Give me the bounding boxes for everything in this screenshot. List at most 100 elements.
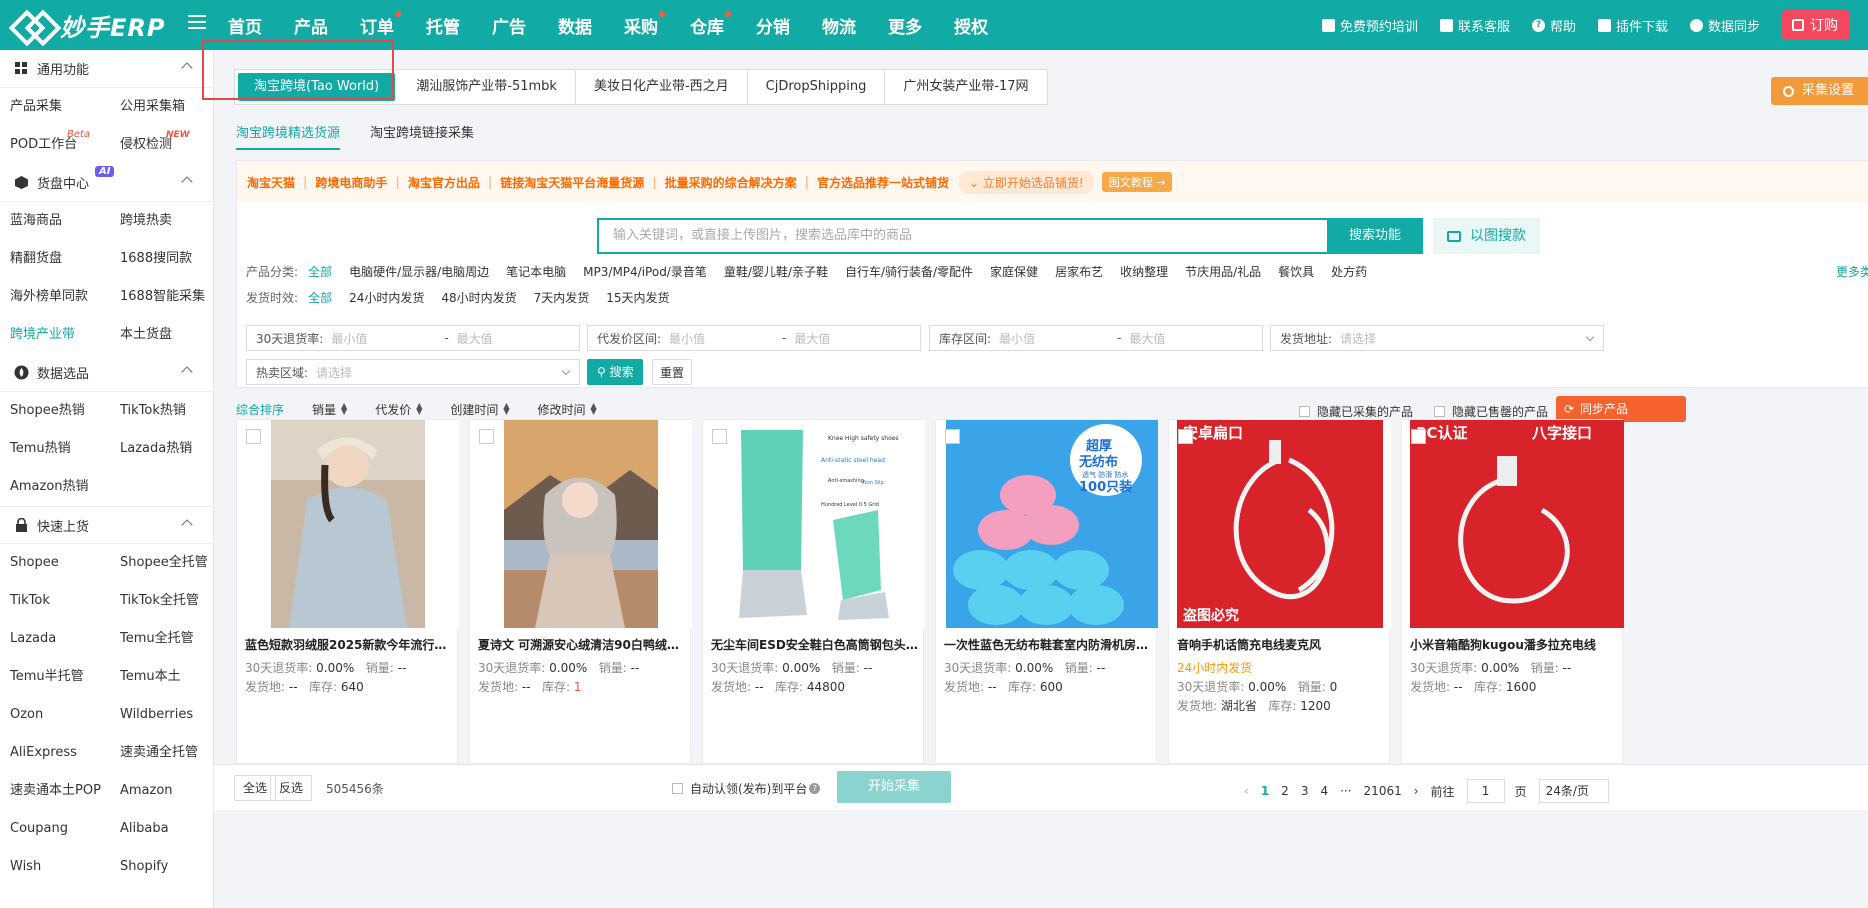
sidebar-item[interactable]: Shopee热销 <box>10 392 120 430</box>
hot-region-select[interactable]: 热卖区域: 请选择 <box>246 359 580 385</box>
nav-order[interactable]: 订单 <box>360 10 401 38</box>
sidebar-item[interactable]: 速卖通本土POP <box>10 772 120 810</box>
sidebar-item[interactable]: Shopee <box>10 544 120 582</box>
brand-logo[interactable]: 妙手ERP <box>12 10 165 42</box>
product-checkbox[interactable] <box>1178 429 1193 444</box>
page-number[interactable]: 2 <box>1281 784 1289 798</box>
sidebar-item[interactable]: TikTok热销 <box>120 392 213 430</box>
category-option[interactable]: 节庆用品/礼品 <box>1185 263 1261 280</box>
product-checkbox[interactable] <box>1411 429 1426 444</box>
sidebar-item[interactable]: Wish <box>10 848 120 886</box>
invert-selection-button[interactable]: 反选 <box>270 775 313 801</box>
tab-chaoshan[interactable]: 潮汕服饰产业带-51mbk <box>398 70 576 104</box>
sidebar-item[interactable]: Coupang <box>10 810 120 848</box>
sidebar-item-infringement[interactable]: 侵权检测 NEW <box>120 126 213 164</box>
plugin-download-link[interactable]: 插件下载 <box>1597 16 1668 35</box>
sidebar-item[interactable]: Lazada热销 <box>120 430 213 468</box>
checkbox[interactable] <box>1434 406 1445 417</box>
ship-option[interactable]: 24小时内发货 <box>349 289 424 306</box>
category-option[interactable]: 笔记本电脑 <box>506 263 566 280</box>
refund-max-input[interactable]: 最大值 <box>457 330 493 347</box>
sidebar-item[interactable]: TikTok <box>10 582 120 620</box>
sidebar-item-industry-belt[interactable]: 跨境产业带 <box>10 316 120 354</box>
checkbox[interactable] <box>1299 406 1310 417</box>
product-card[interactable]: 安卓扁口 盗图必究 音响手机话筒充电线麦克风 24小时内发货 30天退货率: 0.… <box>1168 419 1391 764</box>
search-button[interactable]: 搜索功能 <box>1327 218 1423 254</box>
category-option[interactable]: MP3/MP4/iPod/录音笔 <box>583 263 707 280</box>
category-option[interactable]: 自行车/骑行装备/零配件 <box>845 263 973 280</box>
sidebar-section-upload[interactable]: 快速上货 <box>0 506 213 544</box>
sidebar-section-goods[interactable]: 货盘中心 AI <box>0 164 213 202</box>
product-checkbox[interactable] <box>712 429 727 444</box>
data-sync-link[interactable]: 数据同步 <box>1689 16 1760 35</box>
product-image[interactable]: 超厚 无纺布 透气 防滑 防水 100只装 <box>936 420 1158 628</box>
tab-link-collect[interactable]: 淘宝跨境链接采集 <box>370 122 474 150</box>
sort-created[interactable]: 创建时间 ▲ ▼ <box>450 401 509 418</box>
sidebar-item[interactable]: 海外榜单同款 <box>10 278 120 316</box>
sidebar-item[interactable]: Ozon <box>10 696 120 734</box>
collect-settings-button[interactable]: 采集设置 <box>1770 77 1868 105</box>
page-number[interactable]: 1 <box>1261 784 1269 798</box>
nav-purchase[interactable]: 采购 <box>624 10 665 38</box>
page-number[interactable]: 21061 <box>1364 784 1402 798</box>
page-size-select[interactable]: 24条/页 <box>1538 779 1609 803</box>
help-link[interactable]: ? 帮助 <box>1531 16 1576 35</box>
sidebar-item[interactable]: 精翻货盘 <box>10 240 120 278</box>
start-collect-button[interactable]: 开始采集 <box>837 771 951 803</box>
sidebar-item[interactable]: Temu全托管 <box>120 620 213 658</box>
nav-home[interactable]: 首页 <box>228 13 262 38</box>
search-input[interactable]: 输入关键词，或直接上传图片，搜索选品库中的商品 <box>597 218 1327 254</box>
product-title[interactable]: 音响手机话筒充电线麦克风 <box>1177 636 1385 653</box>
sort-sales[interactable]: 销量 ▲ ▼ <box>312 401 347 418</box>
product-card[interactable]: Knee High safety shoes Anti-static steel … <box>702 419 925 764</box>
sort-default[interactable]: 综合排序 <box>236 401 284 418</box>
product-checkbox[interactable] <box>479 429 494 444</box>
tab-xizhiyue[interactable]: 美妆日化产业带-西之月 <box>576 70 748 104</box>
category-option[interactable]: 全部 <box>308 263 332 280</box>
product-image[interactable]: 安卓扁口 盗图必究 <box>1169 420 1391 628</box>
product-title[interactable]: 蓝色短款羽绒服2025新款今年流行爆款... <box>245 636 453 653</box>
help-icon[interactable]: ? <box>809 783 821 794</box>
sidebar-section-data[interactable]: 数据选品 <box>0 354 213 392</box>
nav-logistics[interactable]: 物流 <box>822 13 856 38</box>
sidebar-item[interactable]: 1688搜同款 <box>120 240 213 278</box>
ship-option[interactable]: 全部 <box>308 289 332 306</box>
more-categories-link[interactable]: 更多类目 <box>1836 263 1868 280</box>
sidebar-item[interactable]: 跨境热卖 <box>120 202 213 240</box>
category-option[interactable]: 居家布艺 <box>1055 263 1103 280</box>
nav-distribution[interactable]: 分销 <box>756 13 790 38</box>
product-checkbox[interactable] <box>246 429 261 444</box>
product-title[interactable]: 夏诗文 可溯源安心绒清洁90白鸭绒狐狸... <box>478 636 686 653</box>
sidebar-item[interactable]: Lazada <box>10 620 120 658</box>
category-option[interactable]: 电脑硬件/显示器/电脑周边 <box>349 263 489 280</box>
sidebar-item[interactable]: Amazon热销 <box>10 468 120 506</box>
sidebar-item[interactable]: Temu本土 <box>120 658 213 696</box>
nav-warehouse[interactable]: 仓库 <box>690 10 731 38</box>
category-option[interactable]: 童鞋/婴儿鞋/亲子鞋 <box>724 263 828 280</box>
menu-toggle-icon[interactable] <box>188 15 206 31</box>
category-option[interactable]: 处方药 <box>1331 263 1367 280</box>
product-image[interactable]: Knee High safety shoes Anti-static steel … <box>703 420 925 628</box>
tab-curated-source[interactable]: 淘宝跨境精选货源 <box>236 122 341 150</box>
page-number[interactable]: 4 <box>1320 784 1328 798</box>
nav-ads[interactable]: 广告 <box>492 13 526 38</box>
tab-cjdropshipping[interactable]: CjDropShipping <box>748 70 886 104</box>
product-checkbox[interactable] <box>945 429 960 444</box>
checkbox[interactable] <box>672 783 683 794</box>
sort-modified[interactable]: 修改时间 ▲ ▼ <box>538 401 597 418</box>
ship-option[interactable]: 7天内发货 <box>534 289 590 306</box>
price-max-input[interactable]: 最大值 <box>794 330 830 347</box>
nav-authorize[interactable]: 授权 <box>954 13 988 38</box>
sidebar-item[interactable]: 1688智能采集 <box>120 278 213 316</box>
product-title[interactable]: 一次性蓝色无纺布鞋套室内防滑机房成... <box>944 636 1152 653</box>
sidebar-item[interactable]: Temu半托管 <box>10 658 120 696</box>
sidebar-item[interactable]: Temu热销 <box>10 430 120 468</box>
product-title[interactable]: 无尘车间ESD安全鞋白色高筒钢包头防... <box>711 636 919 653</box>
product-image[interactable] <box>470 420 692 628</box>
order-button[interactable]: 订购 <box>1782 10 1850 40</box>
tab-guangzhou[interactable]: 广州女装产业带-17网 <box>885 70 1046 104</box>
product-title[interactable]: 小米音箱酷狗kugou潘多拉充电线 <box>1410 636 1618 653</box>
product-card[interactable]: 3C认证 八字接口 小米音箱酷狗kugou潘多拉充电线 30天退货率: 0.00%… <box>1401 419 1624 764</box>
ship-option[interactable]: 48小时内发货 <box>441 289 516 306</box>
reset-button[interactable]: 重置 <box>652 359 692 385</box>
